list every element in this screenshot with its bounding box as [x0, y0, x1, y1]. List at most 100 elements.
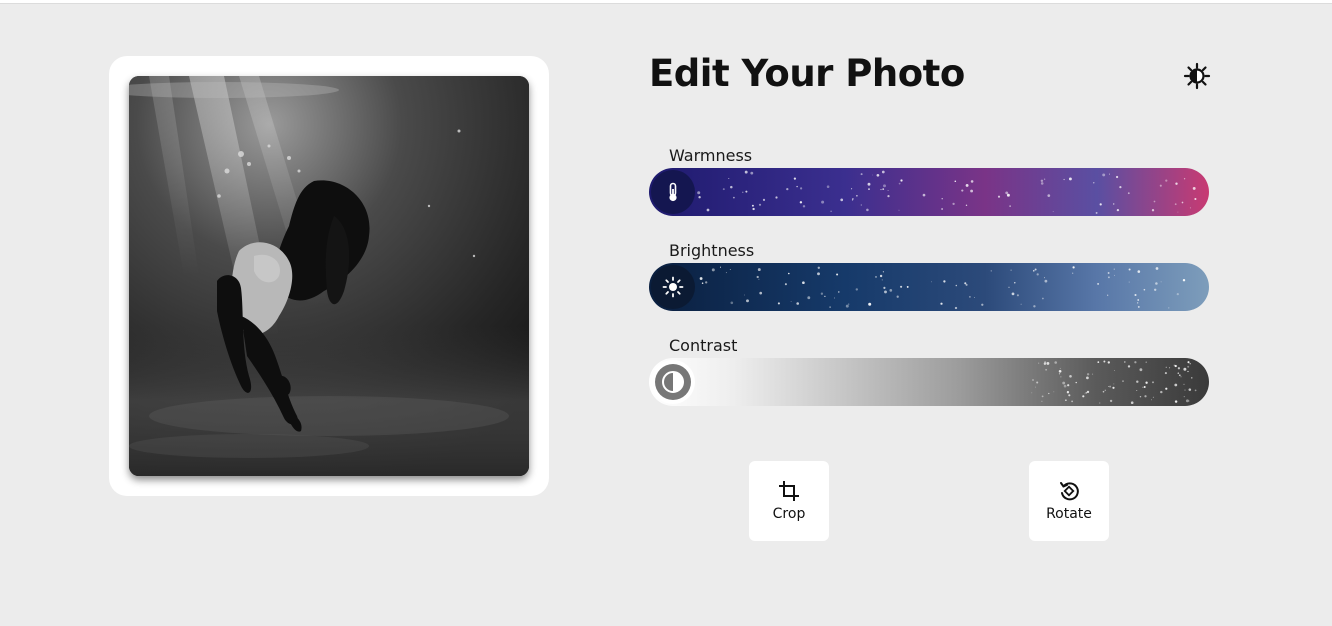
brightness-slider-track[interactable] — [649, 263, 1209, 311]
star-speck — [889, 289, 893, 292]
star-speck — [1152, 396, 1154, 398]
star-speck — [1047, 194, 1051, 197]
contrast-slider-thumb[interactable] — [651, 360, 695, 404]
star-speck — [1113, 274, 1115, 276]
star-speck — [1187, 361, 1190, 364]
star-speck — [821, 200, 825, 204]
star-speck — [725, 272, 727, 274]
star-speck — [758, 278, 760, 280]
star-speck — [940, 302, 943, 305]
rotate-label: Rotate — [1046, 506, 1092, 522]
star-speck — [1009, 205, 1011, 207]
crop-label: Crop — [772, 506, 806, 522]
star-speck — [1165, 179, 1168, 182]
star-speck — [820, 292, 824, 295]
star-speck — [1067, 384, 1070, 387]
star-speck — [1180, 376, 1182, 378]
star-speck — [1036, 381, 1039, 384]
star-speck — [793, 177, 797, 180]
star-speck — [1038, 362, 1040, 364]
star-speck — [796, 185, 798, 188]
star-speck — [1187, 370, 1189, 373]
star-speck — [744, 170, 748, 174]
warmness-slider-track[interactable] — [649, 168, 1209, 216]
star-speck — [1084, 393, 1086, 394]
star-speck — [802, 281, 805, 285]
page-title: Edit Your Photo — [649, 52, 965, 95]
star-speck — [882, 188, 885, 190]
star-speck — [1031, 392, 1033, 394]
star-speck — [1062, 381, 1066, 385]
star-speck — [879, 274, 883, 278]
star-speck — [1155, 282, 1158, 285]
star-speck — [1085, 392, 1088, 394]
star-speck — [1183, 383, 1185, 385]
star-speck — [1185, 399, 1189, 403]
star-speck — [898, 182, 901, 185]
star-speck — [845, 304, 849, 308]
star-speck — [1127, 365, 1131, 368]
star-speck — [1183, 396, 1185, 398]
star-speck — [722, 188, 725, 191]
star-speck — [1177, 372, 1180, 374]
crop-button[interactable]: Crop — [749, 461, 829, 541]
star-speck — [1099, 402, 1101, 404]
star-speck — [1043, 362, 1047, 366]
brightness-gradient — [649, 263, 1209, 311]
contrast-slider-track[interactable] — [649, 358, 1209, 406]
star-speck — [1107, 361, 1110, 364]
star-speck — [1142, 386, 1144, 388]
star-speck — [969, 296, 971, 298]
brightness-slider-thumb[interactable] — [651, 265, 695, 309]
star-speck — [756, 275, 759, 279]
star-speck — [941, 198, 943, 200]
star-speck — [866, 208, 869, 212]
star-speck — [830, 210, 832, 213]
star-speck — [881, 170, 885, 174]
star-speck — [1103, 360, 1106, 363]
star-speck — [1041, 400, 1043, 402]
theme-toggle-button[interactable] — [1183, 62, 1211, 90]
star-speck — [796, 302, 800, 305]
top-border — [0, 0, 1332, 4]
star-speck — [868, 188, 870, 190]
star-speck — [1034, 268, 1037, 271]
star-speck — [965, 283, 968, 286]
star-speck — [1159, 184, 1162, 187]
star-speck — [1104, 389, 1107, 392]
star-speck — [1191, 377, 1193, 379]
star-speck — [1069, 374, 1072, 378]
star-speck — [1093, 182, 1095, 184]
rotate-icon — [1060, 482, 1079, 501]
star-speck — [997, 195, 1001, 198]
star-speck — [733, 196, 735, 199]
star-speck — [1182, 278, 1186, 282]
star-speck — [1041, 395, 1044, 398]
star-speck — [1112, 386, 1115, 389]
star-speck — [1011, 292, 1015, 296]
star-speck — [851, 188, 853, 190]
star-speck — [787, 272, 790, 275]
star-speck — [1108, 386, 1110, 388]
brightness-label: Brightness — [669, 241, 755, 260]
star-speck — [900, 179, 903, 182]
star-speck — [729, 269, 731, 270]
star-speck — [1107, 276, 1110, 279]
star-speck — [887, 189, 889, 192]
star-speck — [856, 195, 858, 197]
star-speck — [1058, 373, 1061, 375]
star-speck — [1127, 192, 1130, 195]
warmness-gradient — [649, 168, 1209, 216]
star-speck — [1063, 178, 1065, 181]
star-speck — [833, 297, 835, 299]
warmness-slider-thumb[interactable] — [651, 170, 695, 214]
star-speck — [954, 180, 957, 182]
star-speck — [1183, 178, 1186, 180]
star-speck — [699, 277, 703, 280]
star-speck — [1112, 203, 1115, 205]
star-speck — [1068, 177, 1072, 181]
rotate-button[interactable]: Rotate — [1029, 461, 1109, 541]
star-speck — [1032, 379, 1034, 381]
star-speck — [1092, 373, 1094, 375]
contrast-icon — [655, 364, 691, 400]
